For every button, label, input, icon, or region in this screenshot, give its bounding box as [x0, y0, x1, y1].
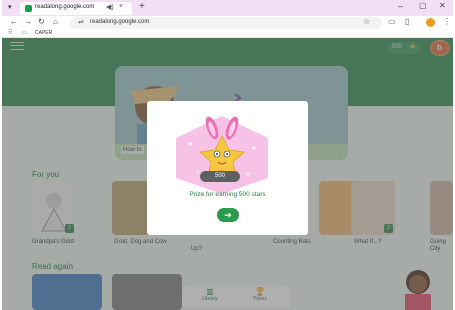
- sidepanel-icon[interactable]: ▯: [405, 17, 409, 26]
- reload-icon[interactable]: ↻: [38, 17, 45, 26]
- tab-bar: ▾ readalong.google.com ◀) × + – ▢ ✕: [2, 0, 453, 16]
- close-tab-icon[interactable]: ×: [119, 3, 123, 10]
- apps-grid-icon[interactable]: ⠿: [8, 29, 12, 36]
- readalong-favicon-icon: [25, 5, 32, 12]
- folder-icon[interactable]: ▭: [22, 30, 27, 36]
- url-text: readalong.google.com: [90, 19, 150, 25]
- prize-number-badge: 500: [200, 171, 240, 182]
- back-icon[interactable]: ←: [10, 17, 18, 26]
- more-menu-icon[interactable]: ⋮: [443, 17, 451, 26]
- tab-search-icon[interactable]: ▾: [8, 3, 12, 11]
- next-button[interactable]: ➔: [217, 208, 239, 222]
- home-icon[interactable]: ⌂: [53, 17, 58, 26]
- close-window-button[interactable]: ✕: [439, 1, 446, 10]
- cast-icon[interactable]: ▭: [388, 17, 396, 26]
- prize-badge: [168, 114, 276, 194]
- maximize-button[interactable]: ▢: [419, 1, 427, 10]
- site-info-icon[interactable]: ⇌: [78, 18, 84, 26]
- prize-description: Prize for earning 500 stars: [189, 191, 266, 198]
- browser-tab[interactable]: readalong.google.com ◀) ×: [20, 2, 132, 15]
- new-tab-button[interactable]: +: [139, 1, 145, 12]
- read-along-app: 500 ★ b How to For you: [2, 38, 453, 310]
- forward-icon[interactable]: →: [24, 17, 32, 26]
- profile-avatar[interactable]: [426, 18, 435, 27]
- address-bar[interactable]: ⇌ readalong.google.com ☆: [70, 17, 382, 29]
- arrow-right-icon: ➔: [224, 210, 232, 220]
- browser-toolbar: ← → ↻ ⌂ ⇌ readalong.google.com ☆ ▭ ▯ ⋮: [2, 16, 453, 30]
- minimize-button[interactable]: –: [398, 1, 403, 11]
- tab-title: readalong.google.com: [35, 4, 95, 10]
- prize-dialog: 500 Prize for earning 500 stars ➔: [147, 101, 308, 235]
- prize-illustration: [176, 116, 268, 194]
- bookmark-caper[interactable]: CAPER: [35, 30, 52, 36]
- bookmarks-bar: ⠿ ▭ CAPER: [2, 30, 453, 38]
- speaker-icon[interactable]: ◀): [106, 3, 114, 11]
- bookmark-star-icon[interactable]: ☆: [363, 17, 370, 26]
- browser-window: ▾ readalong.google.com ◀) × + – ▢ ✕ ← → …: [2, 0, 453, 310]
